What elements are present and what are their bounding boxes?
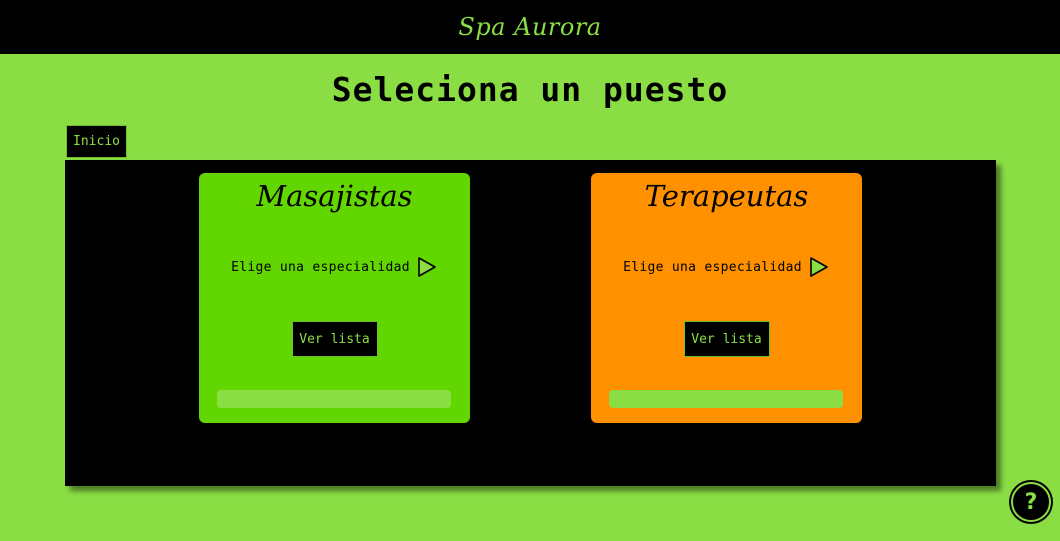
card-footer-bar [217, 390, 451, 408]
top-bar: Spa Aurora [0, 0, 1060, 54]
brand-logo[interactable]: Spa Aurora [458, 13, 601, 41]
play-arrow-icon[interactable] [416, 256, 438, 278]
page-title: Seleciona un puesto [331, 70, 729, 109]
help-button[interactable]: ? [1011, 482, 1051, 522]
specialty-selector[interactable]: Elige una especialidad [591, 256, 862, 278]
home-tab[interactable]: Inicio [66, 125, 127, 158]
card-title: Masajistas [256, 179, 413, 213]
card-terapeutas: Terapeutas Elige una especialidad Ver li… [591, 173, 862, 423]
card-masajistas: Masajistas Elige una especialidad Ver li… [199, 173, 470, 423]
view-list-button[interactable]: Ver lista [291, 321, 378, 357]
positions-panel: Masajistas Elige una especialidad Ver li… [65, 160, 996, 486]
specialty-label: Elige una especialidad [231, 259, 410, 275]
specialty-label: Elige una especialidad [623, 259, 802, 275]
view-list-button[interactable]: Ver lista [683, 321, 770, 357]
play-arrow-icon[interactable] [808, 256, 830, 278]
card-footer-bar [609, 390, 843, 408]
specialty-selector[interactable]: Elige una especialidad [199, 256, 470, 278]
card-title: Terapeutas [644, 179, 809, 213]
